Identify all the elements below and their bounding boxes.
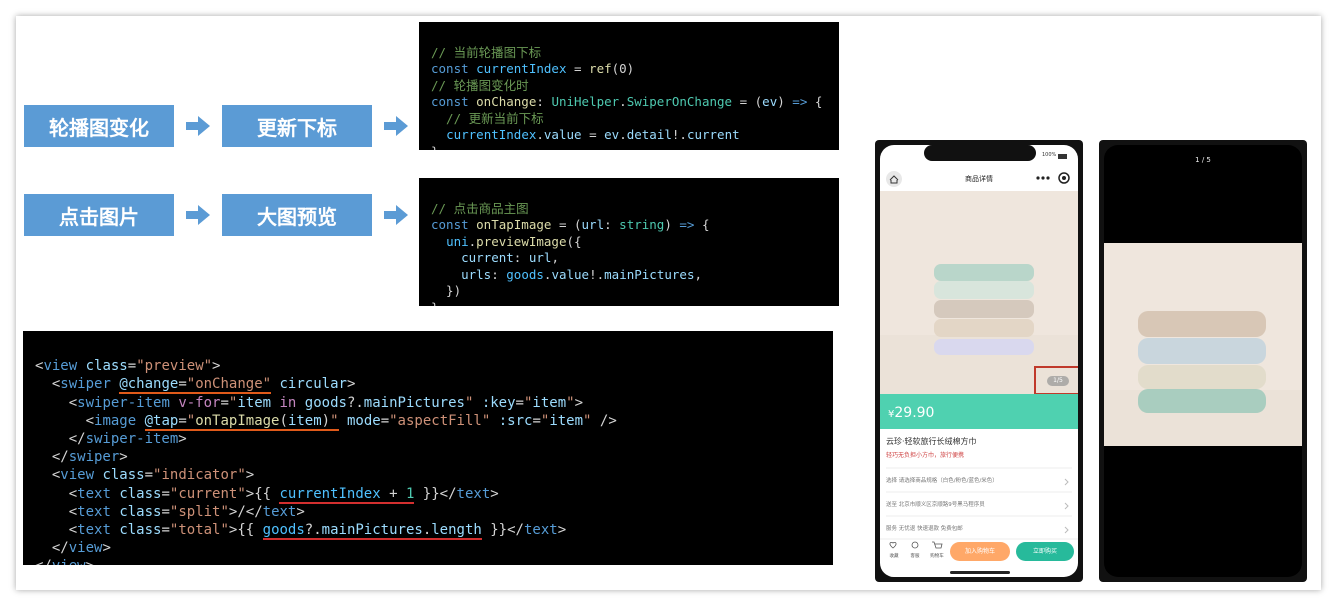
- price: ¥29.90: [888, 402, 934, 421]
- code-line: </view>: [35, 557, 821, 565]
- code-line: current: url,: [461, 250, 559, 265]
- preview-indicator: 1 / 5: [1195, 156, 1211, 164]
- product-name: 云珍·轻软旅行长绒棉方巾: [886, 437, 977, 446]
- battery-icon: [1058, 154, 1067, 159]
- phone-product-detail: 100% 商品详情 1/5 ¥29.90 云珍·轻软旅行长绒棉方巾 轻巧无负担小…: [875, 140, 1083, 582]
- preview-mockup: [1104, 243, 1302, 446]
- code-line: <swiper @change="onChange" circular>: [35, 376, 356, 395]
- code-line: const currentIndex = ref(0): [431, 61, 635, 76]
- phone-screen: 1 / 5: [1104, 145, 1302, 577]
- code-line: <view class="preview">: [35, 358, 221, 375]
- buy-now-label[interactable]: 立即购买: [1016, 542, 1074, 561]
- code-line: }): [431, 283, 462, 298]
- code-line: <text class="total">{{ goods?.mainPictur…: [35, 521, 567, 540]
- chevron-right-icon: [1064, 502, 1069, 510]
- phone-notch: [924, 145, 1036, 161]
- price-value: 29.90: [894, 405, 935, 421]
- flow-step-label: 点击图片: [59, 204, 139, 229]
- towel-beige: [934, 319, 1034, 337]
- towel-light-green: [934, 281, 1034, 299]
- towel-cream: [1138, 365, 1266, 389]
- flow-step-label: 轮播图变化: [49, 115, 149, 140]
- headset-icon: [911, 541, 919, 549]
- code-line: <swiper-item v-for="item in goods?.mainP…: [35, 394, 584, 411]
- code-line: }: [431, 300, 827, 307]
- towel-taupe: [934, 300, 1034, 318]
- tab-service[interactable]: 客服: [907, 553, 923, 559]
- code-line: const onChange: UniHelper.SwiperOnChange…: [431, 94, 823, 109]
- code-line: currentIndex.value = ev.detail!.current: [446, 127, 740, 142]
- code-line: uni.previewImage({: [446, 233, 582, 249]
- info-row-select[interactable]: 选择 请选择商品规格（白色/粉色/蓝色/米色）: [886, 476, 998, 484]
- towel-lavender: [934, 339, 1034, 355]
- status-battery: 100%: [1042, 152, 1057, 158]
- code-line: <text class="current">{{ currentIndex + …: [35, 485, 499, 504]
- code-line: </swiper>: [35, 449, 128, 466]
- towel-light-blue: [1138, 338, 1266, 364]
- cart-icon: [932, 541, 943, 549]
- home-indicator-bar: [950, 571, 1010, 574]
- code-line: urls: goods.value!.mainPictures,: [461, 266, 702, 282]
- info-row-address[interactable]: 送至 北京市顺义区京顺路9号黑马程序员: [886, 500, 985, 508]
- towel-mint: [1138, 389, 1266, 413]
- add-to-cart-label[interactable]: 加入购物车: [950, 542, 1010, 561]
- code-line: const onTapImage = (url: string) => {: [431, 217, 710, 232]
- arrow-right-icon: [384, 205, 408, 225]
- code-line: </swiper-item>: [35, 430, 187, 447]
- tab-favorite[interactable]: 收藏: [886, 553, 902, 559]
- code-block-ontapimage: // 点击商品主图 const onTapImage = (url: string…: [419, 178, 839, 306]
- code-line: }: [431, 144, 827, 151]
- nav-title: 商品详情: [965, 175, 993, 183]
- info-row-service[interactable]: 服务 无忧退 快速退款 免费包邮: [886, 524, 963, 532]
- code-line: // 当前轮播图下标: [431, 44, 542, 60]
- phone-screen: 100% 商品详情 1/5 ¥29.90 云珍·轻软旅行长绒棉方巾 轻巧无负担小…: [880, 145, 1078, 577]
- flow-step-preview: 大图预览: [222, 194, 372, 236]
- code-line: <view class="indicator">: [35, 467, 255, 484]
- code-block-onchange: // 当前轮播图下标 const currentIndex = ref(0)// …: [419, 22, 839, 150]
- chevron-right-icon: [1064, 478, 1069, 486]
- flow-step-label: 大图预览: [257, 204, 337, 229]
- towel-mint: [934, 264, 1034, 281]
- arrow-right-icon: [186, 205, 210, 225]
- chevron-right-icon: [1064, 526, 1069, 534]
- code-line: // 轮播图变化时: [431, 77, 529, 93]
- code-block-template: <view class="preview"> <swiper @change="…: [23, 331, 833, 565]
- heart-icon: [889, 541, 897, 549]
- flow-step-label: 更新下标: [257, 115, 337, 140]
- phone-image-preview: 1 / 5: [1099, 140, 1307, 582]
- code-line: <image @tap="onTapImage(item)" mode="asp…: [35, 412, 617, 431]
- flow-step-swiper-change: 轮播图变化: [24, 105, 174, 147]
- arrow-right-icon: [384, 116, 408, 136]
- tab-cart[interactable]: 购物车: [928, 553, 946, 559]
- code-line: </view>: [35, 540, 111, 557]
- flow-step-update-index: 更新下标: [222, 105, 372, 147]
- swiper-indicator: 1/5: [1053, 377, 1063, 384]
- code-line: <text class="split">/</text>: [35, 503, 305, 520]
- towel-beige: [1138, 311, 1266, 337]
- arrow-right-icon: [186, 116, 210, 136]
- flow-step-tap-image: 点击图片: [24, 194, 174, 236]
- product-desc: 轻巧无负担小方巾，旅行便携: [886, 452, 965, 459]
- product-detail-mockup: [880, 145, 1078, 574]
- code-line: // 更新当前下标: [431, 110, 544, 126]
- code-line: // 点击商品主图: [431, 200, 529, 216]
- slide-card: 轮播图变化 更新下标 点击图片 大图预览 // 当前轮播图下标 const cur…: [16, 16, 1321, 590]
